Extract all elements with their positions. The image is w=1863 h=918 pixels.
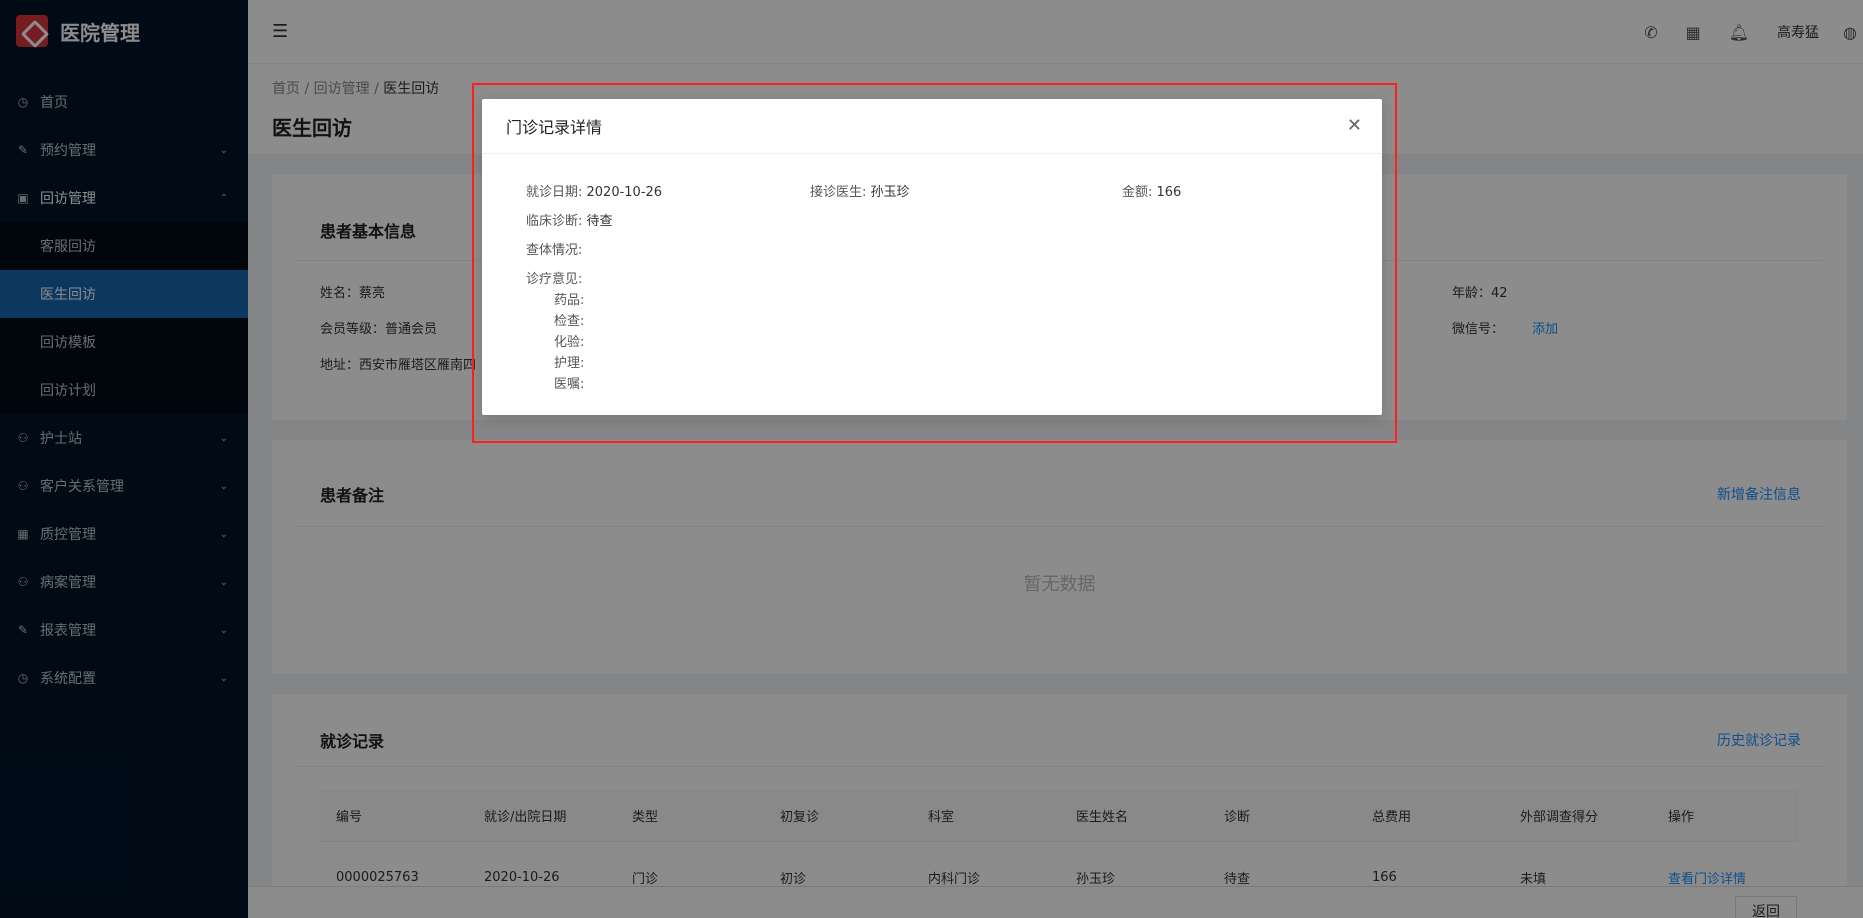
close-icon[interactable]: ✕	[1347, 115, 1362, 136]
visit-date-label: 就诊日期:	[526, 185, 587, 200]
amount-value: 166	[1156, 185, 1182, 200]
exam-label: 查体情况:	[526, 243, 583, 258]
opinion-label: 诊疗意见:	[526, 272, 583, 287]
visit-date: 就诊日期: 2020-10-26	[526, 181, 662, 200]
doctor-value: 孙玉珍	[870, 185, 910, 200]
care-label: 护理:	[554, 356, 585, 371]
advice-label: 医嘱:	[554, 377, 585, 392]
modal-title: 门诊记录详情	[482, 99, 1382, 154]
doctor: 接诊医生: 孙玉珍	[810, 181, 910, 200]
doctor-label: 接诊医生:	[810, 185, 871, 200]
outpatient-detail-modal: 门诊记录详情 ✕ 就诊日期: 2020-10-26 接诊医生: 孙玉珍 金额: …	[482, 99, 1382, 415]
clinical-diagnosis: 临床诊断: 待查	[526, 210, 613, 229]
diagnosis-value: 待查	[586, 214, 613, 229]
visit-date-value: 2020-10-26	[586, 185, 663, 200]
lab-label: 化验:	[554, 335, 585, 350]
diagnosis-label: 临床诊断:	[526, 214, 587, 229]
drug-label: 药品:	[554, 293, 585, 308]
amount: 金额: 166	[1122, 181, 1181, 200]
amount-label: 金额:	[1122, 185, 1157, 200]
check-label: 检查:	[554, 314, 585, 329]
